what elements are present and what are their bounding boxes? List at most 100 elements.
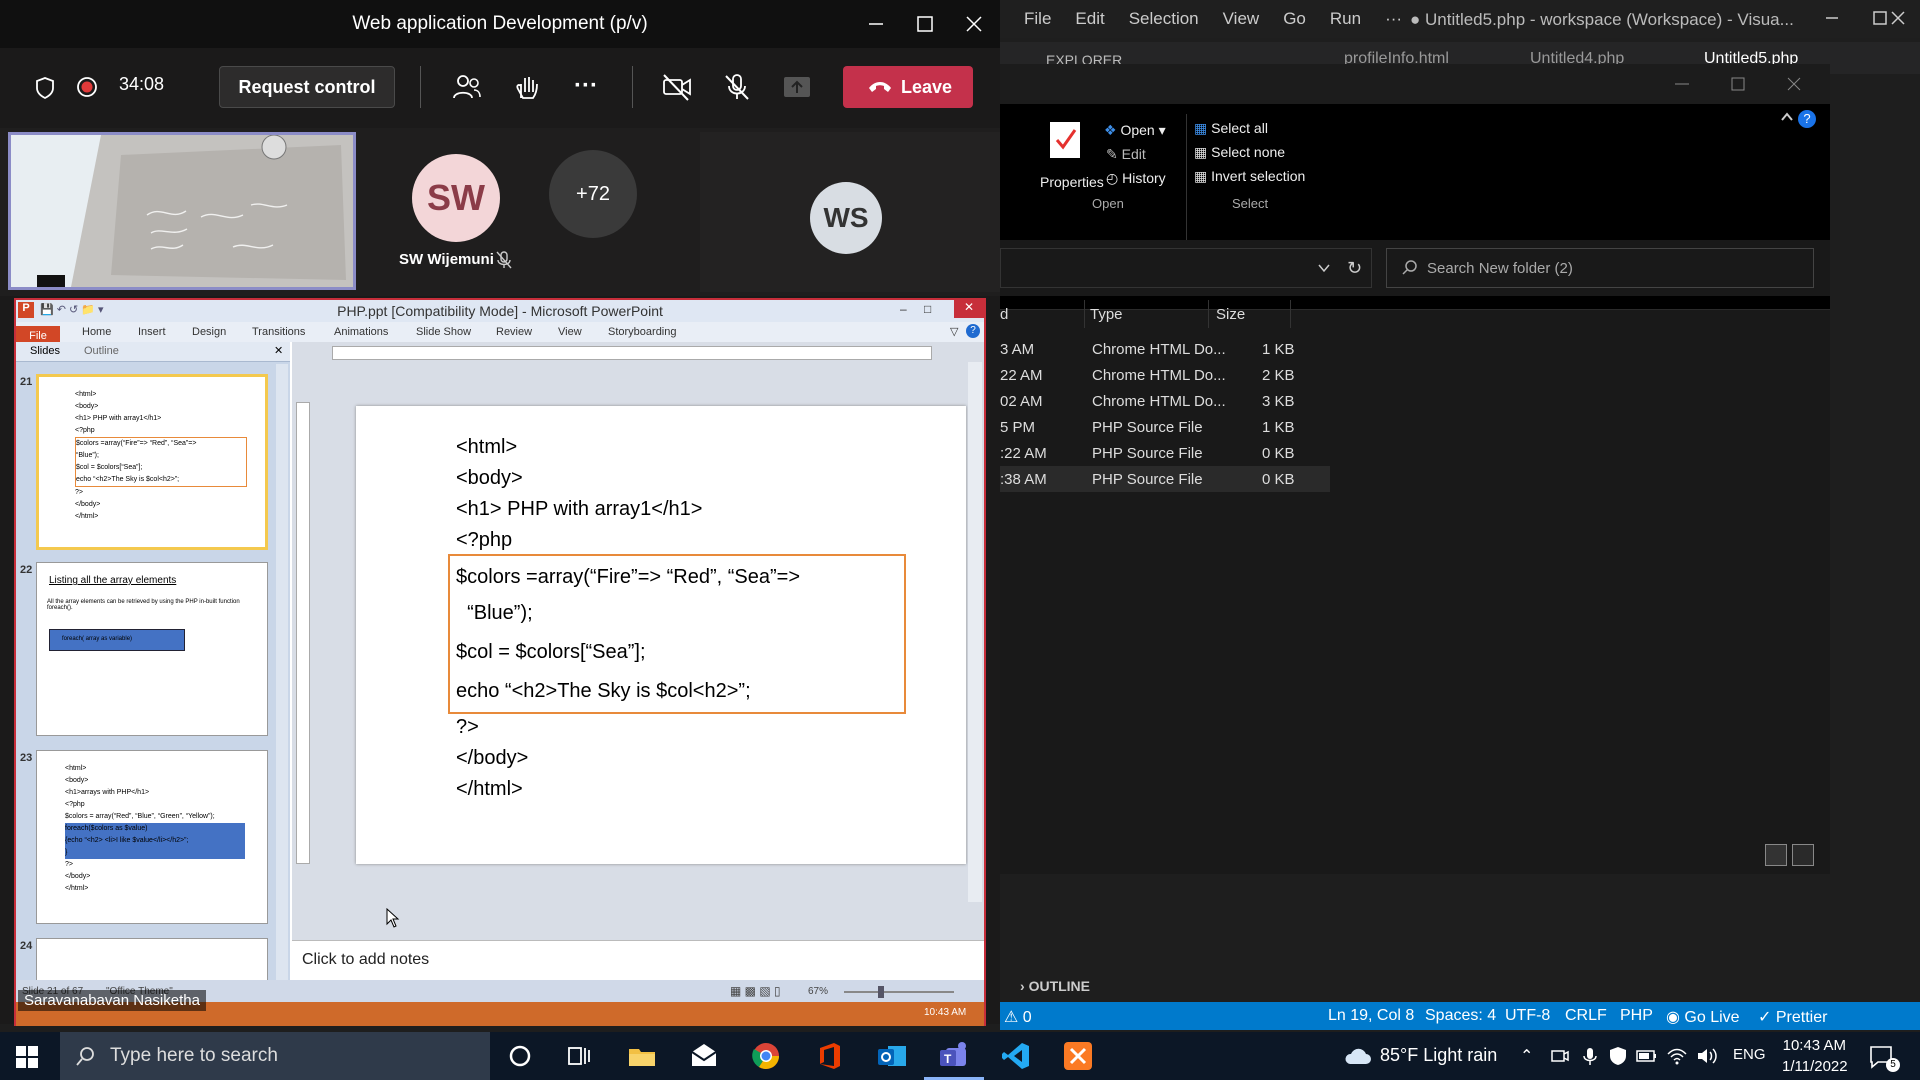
close-pane-icon[interactable]: ✕ <box>274 344 283 357</box>
outlook-icon[interactable] <box>876 1040 908 1072</box>
chevron-up-icon[interactable]: ⌃ <box>1520 1046 1533 1066</box>
column-type[interactable]: Type <box>1090 306 1123 323</box>
current-slide[interactable]: <html> <body> <h1> PHP with array1</h1> … <box>356 406 966 864</box>
office-icon[interactable] <box>814 1040 846 1072</box>
file-row[interactable]: :22 AM PHP Source File 0 KB <box>1000 440 1330 466</box>
slide-thumbnail-24[interactable] <box>36 938 268 982</box>
meet-now-icon[interactable] <box>1550 1046 1570 1066</box>
select-all-button[interactable]: ▦ Select all <box>1194 120 1268 137</box>
minimize-icon[interactable] <box>1672 74 1692 94</box>
battery-icon[interactable] <box>1636 1046 1658 1066</box>
file-row[interactable]: 02 AM Chrome HTML Do... 3 KB <box>1000 388 1330 414</box>
file-row[interactable]: 5 PM PHP Source File 1 KB <box>1000 414 1330 440</box>
windows-start-icon[interactable] <box>16 1046 38 1068</box>
column-date[interactable]: d <box>1000 306 1008 323</box>
teams-icon[interactable]: T <box>938 1040 970 1072</box>
zoom-slider[interactable] <box>844 991 954 993</box>
more-options-icon[interactable]: ··· <box>574 72 598 100</box>
menu-go[interactable]: Go <box>1283 9 1306 29</box>
tab-slides[interactable]: Slides <box>30 345 60 357</box>
participants-icon[interactable] <box>452 72 482 102</box>
cortana-icon[interactable] <box>504 1040 536 1072</box>
details-view-icon[interactable] <box>1765 844 1787 866</box>
problems-count[interactable]: ⚠ 0 <box>1004 1007 1032 1027</box>
tab-storyboarding[interactable]: Storyboarding <box>608 326 677 338</box>
chevron-down-icon[interactable]: ▽ <box>950 325 958 338</box>
help-icon[interactable]: ? <box>966 324 980 338</box>
menu-view[interactable]: View <box>1223 9 1260 29</box>
tab-animations[interactable]: Animations <box>334 326 388 338</box>
maximize-icon[interactable] <box>913 12 937 36</box>
task-view-icon[interactable] <box>563 1040 595 1072</box>
file-row-selected[interactable]: :38 AM PHP Source File 0 KB <box>1000 466 1330 492</box>
help-icon[interactable]: ? <box>1798 110 1816 128</box>
tab-insert[interactable]: Insert <box>138 326 166 338</box>
indentation[interactable]: Spaces: 4 <box>1425 1007 1496 1025</box>
outline-section[interactable]: › OUTLINE <box>1020 978 1090 994</box>
language-indicator[interactable]: ENG <box>1733 1046 1766 1063</box>
cursor-position[interactable]: Ln 19, Col 8 <box>1328 1007 1414 1025</box>
weather-text[interactable]: 85°F Light rain <box>1380 1045 1497 1066</box>
file-row[interactable]: 3 AM Chrome HTML Do... 1 KB <box>1000 336 1330 362</box>
wifi-icon[interactable] <box>1666 1046 1688 1066</box>
xampp-icon[interactable] <box>1062 1040 1094 1072</box>
select-none-button[interactable]: ▦ Select none <box>1194 144 1285 161</box>
history-button[interactable]: ◴ History <box>1106 170 1166 187</box>
slide-thumbnail-23[interactable]: <html> <body> <h1>arrays with PHP</h1> <?ph… <box>36 750 268 924</box>
taskbar-clock[interactable]: 10:43 AM 1/11/2022 <box>1782 1034 1848 1078</box>
zoom-slider-thumb[interactable] <box>878 986 884 998</box>
chevron-up-icon[interactable] <box>1780 110 1794 124</box>
tab-transitions[interactable]: Transitions <box>252 326 305 338</box>
weather-cloud-icon[interactable] <box>1342 1044 1372 1068</box>
leave-button[interactable]: Leave <box>843 66 973 108</box>
menu-run[interactable]: Run <box>1330 9 1361 29</box>
mail-icon[interactable] <box>688 1040 720 1072</box>
raise-hand-icon[interactable] <box>512 72 542 102</box>
open-button[interactable]: ❖ Open ▾ <box>1104 122 1166 139</box>
view-buttons[interactable]: ▦ ▩ ▧ ▯ <box>730 984 781 998</box>
tab-slide-show[interactable]: Slide Show <box>416 326 471 338</box>
minimize-icon[interactable] <box>1820 6 1844 30</box>
menu-edit[interactable]: Edit <box>1075 9 1104 29</box>
properties-icon[interactable] <box>1048 120 1088 164</box>
menu-file[interactable]: File <box>1024 9 1051 29</box>
share-tray-icon[interactable] <box>782 74 812 100</box>
search-input[interactable]: Search New folder (2) <box>1386 248 1814 288</box>
slide-scrollbar[interactable] <box>968 362 982 902</box>
maximize-icon[interactable]: □ <box>924 302 931 316</box>
close-icon[interactable] <box>1886 6 1910 30</box>
more-participants-button[interactable]: +72 <box>549 150 637 238</box>
go-live[interactable]: ◉ Go Live <box>1666 1007 1740 1027</box>
prettier[interactable]: ✓ Prettier <box>1758 1007 1827 1027</box>
chevron-down-icon[interactable] <box>1317 261 1331 275</box>
tiles-view-icon[interactable] <box>1792 844 1814 866</box>
tab-home[interactable]: Home <box>82 326 111 338</box>
properties-button[interactable]: Properties <box>1040 174 1104 190</box>
file-row[interactable]: 22 AM Chrome HTML Do... 2 KB <box>1000 362 1330 388</box>
column-size[interactable]: Size <box>1216 306 1245 323</box>
participant-tile[interactable]: WS <box>700 132 1000 292</box>
participant-video[interactable] <box>8 132 356 290</box>
close-icon[interactable] <box>1784 74 1804 94</box>
camera-off-icon[interactable] <box>661 72 693 102</box>
zoom-level[interactable]: 67% <box>808 986 828 997</box>
request-control-button[interactable]: Request control <box>219 66 395 108</box>
maximize-icon[interactable] <box>1728 74 1748 94</box>
tab-design[interactable]: Design <box>192 326 226 338</box>
volume-icon[interactable] <box>1696 1046 1718 1066</box>
close-icon[interactable]: ✕ <box>954 300 984 318</box>
language-mode[interactable]: PHP <box>1620 1007 1653 1025</box>
tab-view[interactable]: View <box>558 326 582 338</box>
invert-selection-button[interactable]: ▦ Invert selection <box>1194 168 1305 185</box>
vscode-icon[interactable] <box>1000 1040 1032 1072</box>
notes-pane[interactable]: Click to add notes <box>292 940 984 980</box>
refresh-icon[interactable]: ↻ <box>1347 258 1362 279</box>
tab-outline[interactable]: Outline <box>84 345 119 357</box>
menu-more[interactable]: ··· <box>1385 9 1402 29</box>
encoding[interactable]: UTF-8 <box>1505 1007 1550 1025</box>
avatar-sw[interactable]: SW <box>412 154 500 242</box>
minimize-icon[interactable] <box>864 12 888 36</box>
close-icon[interactable] <box>962 12 986 36</box>
line-ending[interactable]: CRLF <box>1565 1007 1607 1025</box>
edit-button[interactable]: ✎ Edit <box>1106 146 1146 163</box>
